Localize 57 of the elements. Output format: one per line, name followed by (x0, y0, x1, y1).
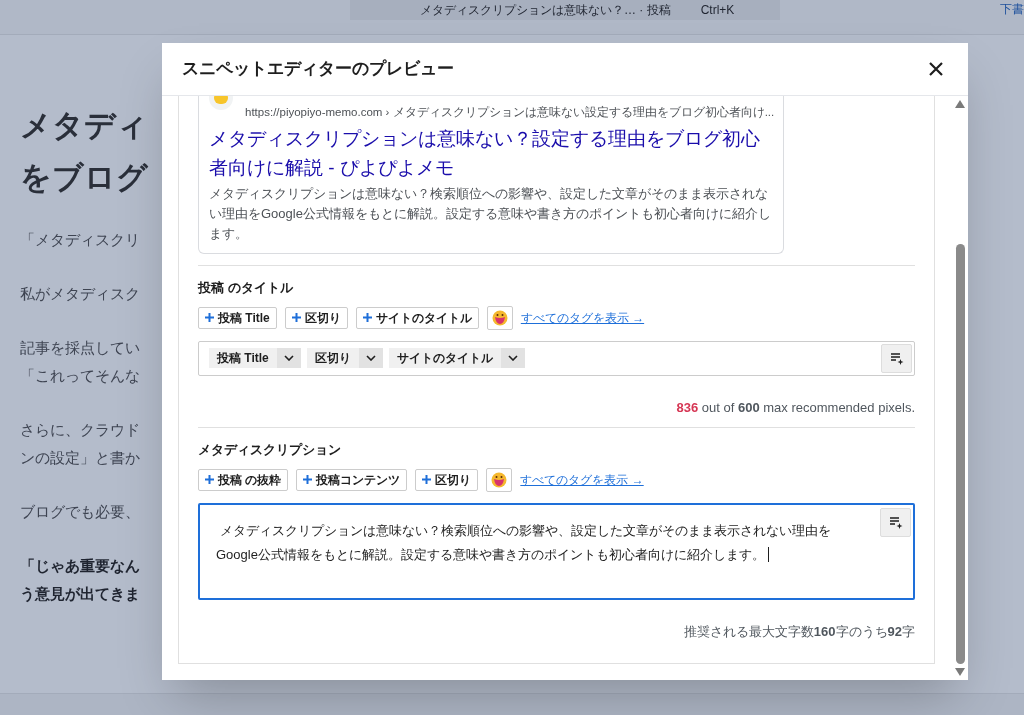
paragraph-text: う意見が出てきま (20, 584, 141, 604)
emoji-icon (491, 309, 508, 326)
paragraph-text: ブログでも必要、 (20, 502, 141, 522)
ai-generate-icon (889, 351, 904, 365)
ai-generate-icon (888, 515, 903, 529)
chevron-down-icon[interactable] (283, 355, 294, 361)
add-tag-button[interactable]: 区切り (415, 468, 479, 491)
all-tags-link[interactable]: すべてのタグを表示 → (520, 470, 644, 489)
preview-url: https://piyopiyo-memo.com › メタディスクリプションは意味ない設定する理由をブログ初心者向け... (244, 105, 775, 121)
paragraph-text: さらに、クラウド (20, 420, 141, 440)
shortcut-hint: Ctrl+K (700, 2, 735, 19)
article-heading: メタディ (20, 107, 149, 145)
plus-icon (362, 313, 372, 322)
chevron-down-icon[interactable] (365, 355, 376, 361)
generate-button[interactable] (881, 343, 912, 373)
emoji-button[interactable] (486, 467, 513, 492)
scroll-up-icon[interactable] (955, 100, 965, 108)
section-label: 投稿 のタイトル (198, 279, 294, 297)
add-tag-button[interactable]: サイトのタイトル (355, 306, 479, 329)
character-counter: 推奨される最大文字数160字のうち92字 (682, 622, 915, 641)
scrollbar-thumb[interactable] (955, 244, 965, 664)
paragraph-text: 「メタディスクリ (20, 230, 141, 250)
tag-chip[interactable]: 投稿 Title (209, 348, 301, 368)
paragraph-text: 「これってそんな (20, 366, 141, 386)
add-tag-button[interactable]: 区切り (284, 306, 348, 329)
emoji-icon (491, 471, 508, 488)
emoji-button[interactable] (486, 305, 513, 330)
plus-icon (303, 475, 313, 484)
add-tag-button[interactable]: 投稿 Title (198, 306, 277, 329)
scroll-down-icon[interactable] (955, 668, 965, 676)
add-tag-button[interactable]: 投稿 の抜粋 (198, 468, 289, 491)
tag-chip[interactable]: サイトのタイトル (388, 348, 525, 368)
search-text: メタディスクリプションは意味ない？… · 投稿 (420, 2, 671, 19)
paragraph-text: 記事を採点してい (20, 338, 141, 358)
close-icon (928, 61, 944, 77)
plus-icon (291, 313, 301, 322)
article-heading: をブログ (20, 159, 149, 197)
paragraph-text: 私がメタディスク (20, 284, 141, 304)
character-counter: 836 out of 600 max recommended pixels. (675, 398, 915, 417)
plus-icon (205, 475, 214, 484)
add-tag-button[interactable]: 投稿コンテンツ (296, 468, 408, 491)
search-bar[interactable]: メタディスクリプションは意味ない？… · 投稿 Ctrl+K (350, 0, 780, 20)
preview-title-link[interactable]: メタディスクリプションは意味ない？設定する理由をブログ初心者向けに解説 - ぴよぴよメモ (209, 124, 773, 182)
plus-icon (205, 313, 214, 322)
tag-chip[interactable]: 区切り (306, 348, 383, 368)
paragraph-text: ンの設定」と書か (20, 448, 141, 468)
generate-button[interactable] (880, 507, 911, 537)
section-label: メタディスクリプション (198, 441, 342, 459)
title-template-field[interactable]: 投稿 Title 区切り サイトのタイトル (198, 340, 915, 376)
all-tags-link[interactable]: すべてのタグを表示 → (520, 308, 645, 327)
draft-link[interactable]: 下書 (1000, 0, 1024, 18)
dialog-title: スニペットエディターのプレビュー (182, 58, 454, 81)
chevron-down-icon[interactable] (507, 355, 518, 361)
description-field[interactable]: メタディスクリプションは意味ない？検索順位への影響や、設定した文章がそのまま表示されない理由をGoogle公式情報をもとに解説。設定する意味や書き方のポイントも初心者向けに紹介します。 (198, 502, 915, 600)
plus-icon (422, 475, 432, 484)
preview-description: メタディスクリプションは意味ない？検索順位への影響や、設定した文章がそのまま表示されない理由をGoogle公式情報をもとに解説。設定する意味や書き方のポイントも初心者向けに紹介します。 (209, 185, 772, 243)
paragraph-text: 「じゃあ重要なん (20, 556, 141, 576)
